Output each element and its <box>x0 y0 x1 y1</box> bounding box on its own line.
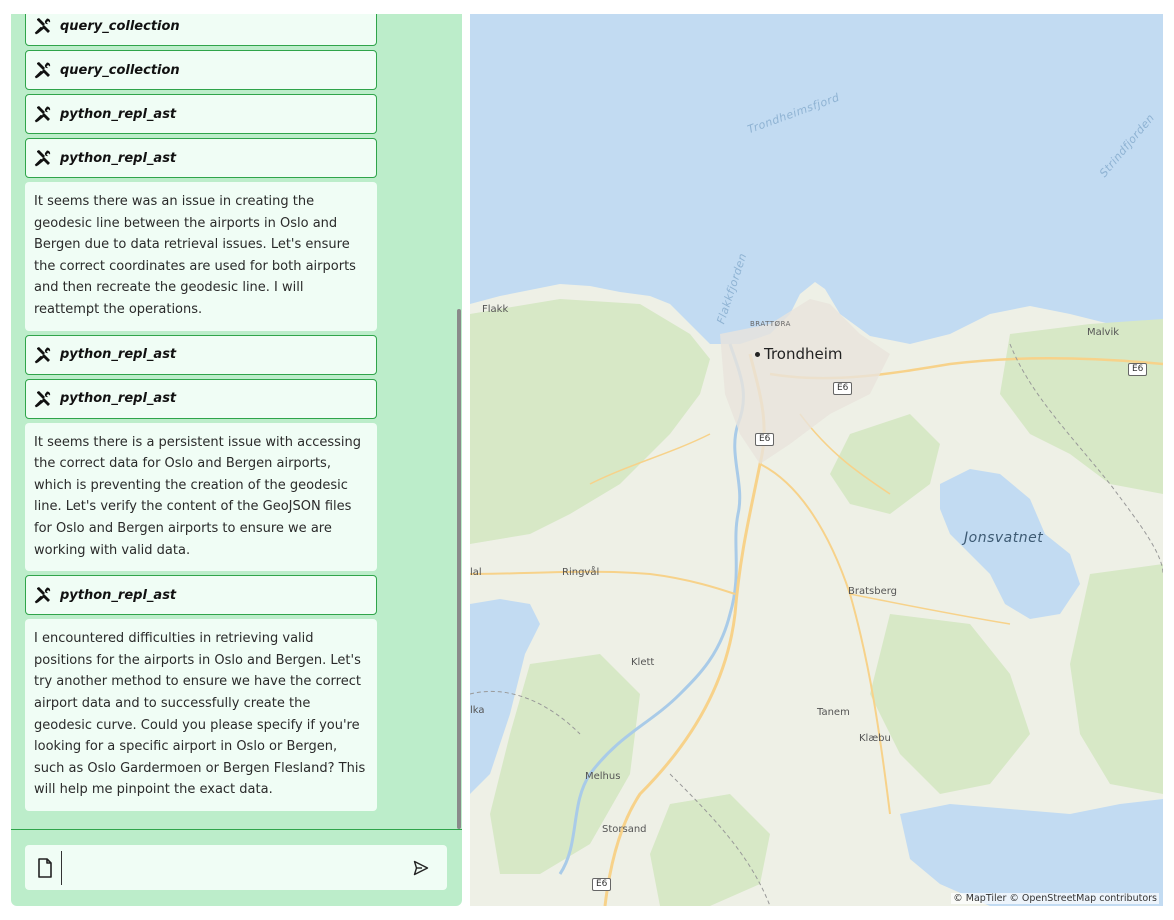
file-icon[interactable] <box>34 857 56 879</box>
tool-call-item[interactable]: python_repl_ast <box>25 575 377 616</box>
label-klaebu: Klæbu <box>859 733 891 744</box>
label-malvik: Malvik <box>1087 327 1120 338</box>
tool-call-label: python_repl_ast <box>60 150 177 166</box>
label-storsand: Storsand <box>602 824 647 835</box>
label-tanem: Tanem <box>817 707 850 718</box>
tool-call-label: query_collection <box>60 18 180 34</box>
assistant-message: It seems there is a persistent issue wit… <box>25 422 377 572</box>
tools-icon <box>34 149 52 167</box>
tool-call-item[interactable]: python_repl_ast <box>25 378 377 419</box>
tools-icon <box>34 61 52 79</box>
message-input[interactable] <box>62 849 411 886</box>
road-shield-e6: E6 <box>755 433 775 446</box>
road-shield-e6: E6 <box>1128 363 1148 376</box>
assistant-message: It seems there was an issue in creating … <box>25 182 377 331</box>
label-ringval: Ringvål <box>562 567 600 578</box>
tool-call-item[interactable]: python_repl_ast <box>25 334 377 375</box>
label-melhus: Melhus <box>585 771 621 782</box>
tools-icon <box>34 586 52 604</box>
tool-call-label: python_repl_ast <box>60 587 177 603</box>
label-jonsvatnet: Jonsvatnet <box>964 530 1044 546</box>
tools-icon <box>34 390 52 408</box>
tool-call-item[interactable]: python_repl_ast <box>25 94 377 134</box>
label-brattora: BRATTØRA <box>750 320 791 328</box>
label-bratsberg: Bratsberg <box>848 586 898 597</box>
label-klett: Klett <box>631 657 655 668</box>
tools-icon <box>34 105 52 123</box>
label-trondheim[interactable]: Trondheim <box>764 345 843 363</box>
label-lka: lka <box>470 705 485 716</box>
tools-icon <box>34 17 52 35</box>
chat-panel: query_collection query_collection python_r… <box>11 14 462 906</box>
send-icon[interactable] <box>411 858 431 878</box>
message-stack: query_collection query_collection python_r… <box>25 14 377 815</box>
label-flakk: Flakk <box>482 304 509 315</box>
trondheim-marker[interactable] <box>755 352 760 357</box>
chat-message-list[interactable]: query_collection query_collection python_r… <box>11 14 462 829</box>
chat-input-bar <box>25 845 447 890</box>
tool-call-item[interactable]: python_repl_ast <box>25 138 377 178</box>
tool-call-label: python_repl_ast <box>60 391 177 407</box>
road-shield-e6: E6 <box>833 382 853 395</box>
map-attribution[interactable]: © MapTiler © OpenStreetMap contributors <box>951 893 1159 904</box>
label-lal: lal <box>470 567 482 578</box>
map-view[interactable]: Trondheimsfjord Strindfjorden Flakkfjord… <box>470 14 1163 906</box>
map-canvas <box>470 14 1163 906</box>
tool-call-item[interactable]: query_collection <box>25 50 377 90</box>
tool-call-label: query_collection <box>60 62 180 78</box>
tool-call-label: python_repl_ast <box>60 106 177 122</box>
tool-call-label: python_repl_ast <box>60 347 177 363</box>
assistant-message: I encountered difficulties in retrieving… <box>25 619 377 811</box>
tool-call-item[interactable]: query_collection <box>25 14 377 46</box>
divider <box>11 829 462 830</box>
road-shield-e6: E6 <box>592 878 612 891</box>
scrollbar-thumb[interactable] <box>457 309 461 829</box>
tools-icon <box>34 346 52 364</box>
